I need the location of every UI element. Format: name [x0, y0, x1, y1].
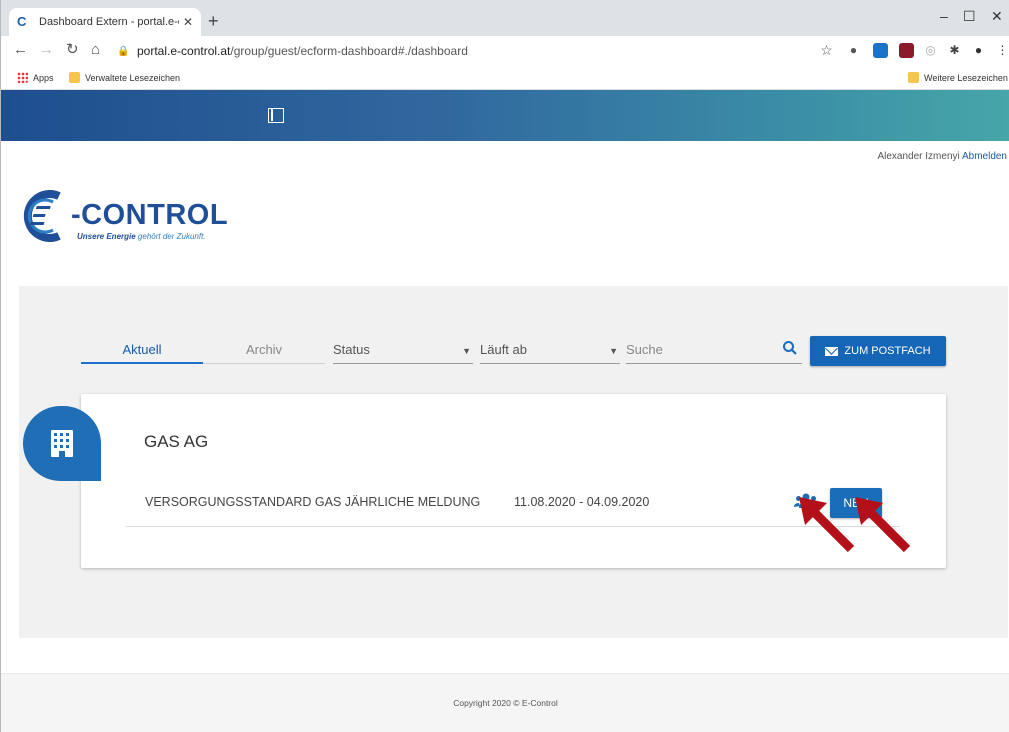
logout-link[interactable]: Abmelden	[962, 151, 1007, 162]
profile-icon[interactable]: ●	[971, 43, 986, 58]
top-banner	[1, 90, 1009, 141]
lock-icon: 🔒	[117, 46, 130, 57]
url-path: /group/guest/ecform-dashboard#./dashboar…	[230, 44, 468, 58]
bookmark-managed[interactable]: Verwaltete Lesezeichen	[69, 72, 180, 83]
tab-title: Dashboard Extern - portal.e-cont	[39, 16, 179, 28]
expires-select[interactable]: Läuft ab ▼	[480, 342, 620, 364]
company-badge	[23, 406, 101, 481]
building-icon	[51, 430, 73, 457]
close-window-icon[interactable]: ✕	[991, 8, 1003, 25]
bookmark-apps-label: Apps	[33, 72, 54, 83]
expires-select-label: Läuft ab	[480, 342, 527, 357]
report-name: VERSORGUNGSSTANDARD GAS JÄHRLICHE MELDUN…	[145, 495, 481, 509]
extension-grey-icon[interactable]: ◎	[923, 43, 938, 58]
e-control-logo-mark-icon	[23, 190, 61, 242]
annotation-arrow-icon	[799, 497, 855, 553]
bookmark-managed-label: Verwaltete Lesezeichen	[85, 72, 181, 83]
minimize-icon[interactable]: –	[940, 8, 948, 24]
envelope-icon	[825, 346, 839, 356]
extension-red-icon[interactable]	[899, 43, 914, 58]
annotation-arrow-icon	[855, 497, 911, 553]
bookmark-other[interactable]: Weitere Lesezeichen	[908, 72, 1008, 83]
e-control-favicon-icon: C	[17, 14, 27, 29]
new-tab-icon[interactable]: +	[208, 12, 219, 30]
close-tab-icon[interactable]: ✕	[183, 15, 193, 29]
logo-wordmark: -CONTROL	[71, 199, 229, 231]
page-footer: Copyright 2020 © E-Control	[1, 673, 1009, 732]
bookmark-apps[interactable]: Apps	[17, 72, 54, 83]
reload-icon[interactable]: ↻	[66, 42, 79, 58]
forward-icon[interactable]: →	[39, 42, 54, 58]
report-period: 11.08.2020 - 04.09.2020	[514, 495, 650, 509]
logo-tagline-bold: Unsere Energie	[77, 232, 136, 241]
apps-grid-icon	[17, 72, 28, 83]
status-select-label: Status	[333, 342, 370, 357]
copyright-text: Copyright 2020 © E-Control	[453, 698, 558, 708]
dashboard-panel: Aktuell Archiv Status ▼ Läuft ab ▼ Suche…	[19, 286, 1008, 638]
bookmark-other-label: Weitere Lesezeichen	[924, 72, 1008, 83]
e-control-logo[interactable]: -CONTROL Unsere Energie gehört der Zukun…	[19, 190, 239, 250]
extension-circle-icon[interactable]: ●	[846, 43, 861, 58]
menu-dots-icon[interactable]: ⋮	[995, 43, 1009, 58]
browser-tabstrip: C Dashboard Extern - portal.e-cont ✕ + –…	[0, 0, 1009, 36]
bookmark-star-icon[interactable]: ☆	[819, 43, 834, 58]
url-host: portal.e-control.at	[137, 44, 231, 58]
to-mailbox-button[interactable]: ZUM POSTFACH	[810, 336, 946, 366]
company-name: GAS AG	[144, 432, 209, 451]
browser-tab[interactable]: C Dashboard Extern - portal.e-cont ✕	[9, 8, 201, 36]
user-name: Alexander Izmenyi	[877, 151, 960, 162]
bookmarks-bar: Apps Verwaltete Lesezeichen Weitere Lese…	[0, 66, 1009, 90]
tab-archiv[interactable]: Archiv	[203, 342, 325, 364]
maximize-icon[interactable]: ☐	[963, 8, 976, 25]
chevron-down-icon: ▼	[609, 346, 618, 356]
url-text: portal.e-control.at/group/guest/ecform-d…	[137, 44, 468, 58]
extension-badge-icon[interactable]	[873, 43, 888, 58]
logo-tagline-rest: gehört der Zukunft.	[135, 232, 206, 241]
folder-icon	[908, 72, 919, 83]
home-icon[interactable]: ⌂	[91, 42, 100, 58]
user-info: Alexander Izmenyi Abmelden	[877, 151, 1007, 162]
report-row[interactable]: VERSORGUNGSSTANDARD GAS JÄHRLICHE MELDUN…	[126, 476, 900, 527]
tab-aktuell[interactable]: Aktuell	[81, 342, 203, 364]
browser-toolbar: ← → ↻ ⌂ 🔒 portal.e-control.at/group/gues…	[0, 36, 1009, 66]
chevron-down-icon: ▼	[462, 346, 471, 356]
search-placeholder: Suche	[626, 342, 663, 357]
logo-tagline: Unsere Energie gehört der Zukunft.	[77, 232, 206, 241]
address-bar[interactable]: 🔒 portal.e-control.at/group/guest/ecform…	[117, 40, 817, 62]
extensions-puzzle-icon[interactable]: ✱	[947, 43, 962, 58]
back-icon[interactable]: ←	[13, 42, 28, 58]
search-input[interactable]: Suche	[626, 340, 802, 364]
to-mailbox-label: ZUM POSTFACH	[844, 345, 931, 357]
search-icon[interactable]	[782, 340, 798, 356]
page-content: Alexander Izmenyi Abmelden -CONTROL Unse…	[0, 90, 1009, 732]
folder-icon	[69, 72, 80, 83]
sidebar-toggle-icon[interactable]	[268, 108, 284, 123]
status-select[interactable]: Status ▼	[333, 342, 473, 364]
